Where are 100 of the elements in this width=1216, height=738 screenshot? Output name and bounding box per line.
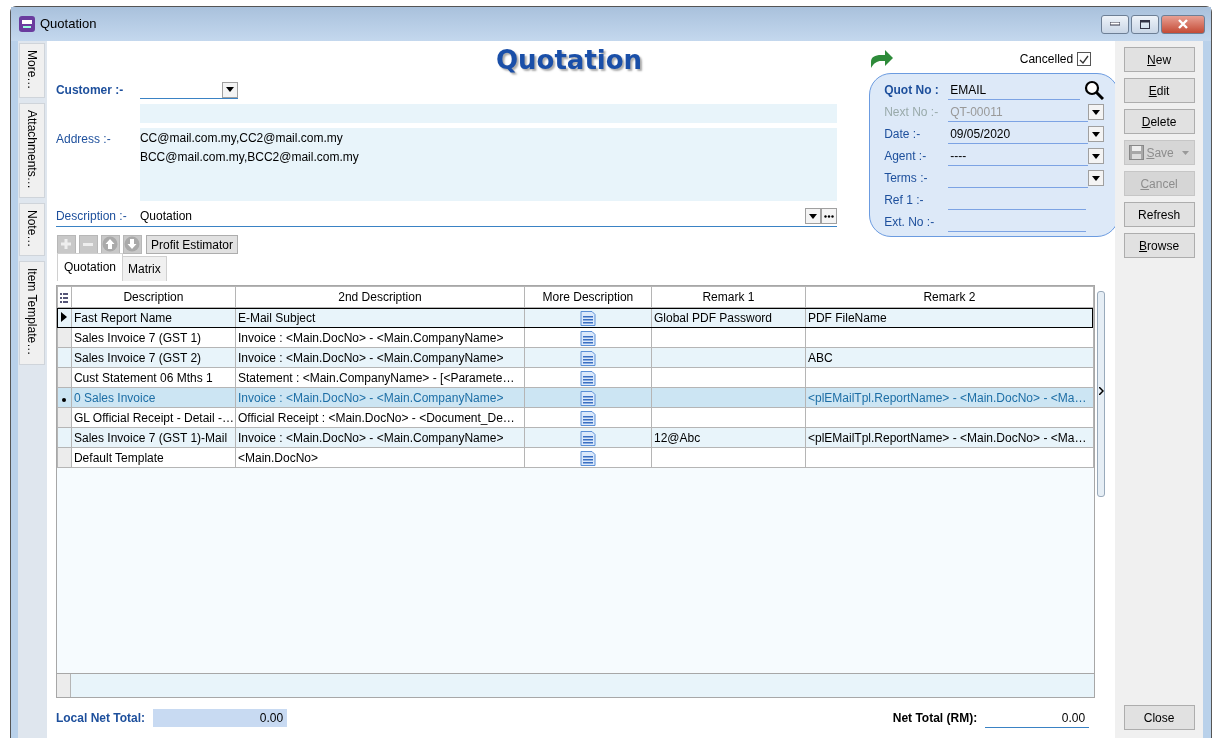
profit-estimator-button[interactable]: Profit Estimator	[145, 234, 238, 254]
document-icon[interactable]	[579, 430, 596, 446]
vertical-scrollbar[interactable]	[1096, 291, 1105, 497]
table-cell: 12@Abc	[653, 430, 701, 445]
address-field[interactable]: CC@mail.com.my,CC2@mail.com.my BCC@mail.com.my,BCC2@mail.com.my	[139, 128, 838, 201]
table-cell: Default Template	[73, 450, 164, 465]
side-tab[interactable]: More…	[19, 43, 45, 99]
dropdown-arrow-icon	[225, 87, 234, 92]
field-label: Quot No :	[884, 82, 940, 99]
tab[interactable]: Matrix	[122, 256, 167, 281]
text-field[interactable]: ----	[948, 146, 1089, 166]
dropdown-arrow-icon	[809, 213, 818, 219]
column-header[interactable]: Remark 1	[651, 286, 806, 308]
document-icon[interactable]	[579, 390, 596, 406]
table-cell: Invoice : <Main.DocNo> - <Main.CompanyName>	[237, 430, 504, 445]
move-down-button[interactable]	[122, 234, 142, 254]
action-button[interactable]: Delete	[1123, 109, 1195, 134]
document-icon[interactable]	[579, 370, 596, 386]
document-icon[interactable]	[579, 330, 596, 346]
close-window-button[interactable]	[1161, 14, 1205, 34]
dropdown-button[interactable]	[221, 81, 238, 98]
caret-icon	[1181, 150, 1189, 155]
close-button[interactable]: Close	[1123, 705, 1195, 730]
dropdown-button[interactable]	[1088, 170, 1105, 186]
action-button[interactable]: Edit	[1123, 78, 1195, 103]
field-label: Ext. No :-	[884, 214, 936, 231]
document-icon[interactable]	[579, 410, 596, 426]
quote-number-field[interactable]: EMAIL	[948, 80, 1081, 100]
net-total-value: 0.00	[985, 708, 1090, 728]
column-chooser-icon[interactable]	[60, 292, 69, 303]
column-header[interactable]: Description	[71, 286, 236, 308]
move-up-button[interactable]	[100, 234, 120, 254]
more-button[interactable]	[821, 208, 838, 224]
table-cell: Invoice : <Main.DocNo> - <Main.CompanyName>	[237, 350, 504, 365]
table-cell: Invoice : <Main.DocNo> - <Main.CompanyName>	[237, 330, 504, 345]
table-cell: Sales Invoice 7 (GST 2)	[73, 350, 202, 365]
field-label: Next No :-	[884, 104, 940, 121]
dropdown-arrow-icon	[1092, 109, 1101, 115]
chevron-right-icon[interactable]	[1098, 387, 1104, 395]
side-tab[interactable]: Attachments…	[19, 103, 45, 199]
cancelled-label: Cancelled	[1019, 51, 1074, 68]
action-button[interactable]: Browse	[1123, 233, 1195, 258]
dropdown-button[interactable]	[1088, 148, 1105, 164]
table-cell: Statement : <Main.CompanyName> - [<Paramete…	[237, 370, 515, 385]
table-cell: Sales Invoice 7 (GST 1)-Mail	[73, 430, 228, 445]
local-net-total-value: 0.00	[153, 709, 288, 727]
table-cell: Invoice : <Main.DocNo> - <Main.CompanyName>	[237, 390, 504, 405]
document-icon[interactable]	[579, 310, 596, 326]
customer-label: Customer :-	[55, 82, 125, 99]
table-cell: <Main.DocNo>	[237, 450, 318, 465]
document-icon[interactable]	[579, 450, 596, 466]
table-cell: E-Mail Subject	[237, 310, 316, 325]
maximize-icon	[1140, 19, 1150, 29]
table-cell: ABC	[807, 350, 833, 365]
document-icon[interactable]	[579, 350, 596, 366]
dropdown-button[interactable]	[1088, 126, 1105, 142]
cancelled-checkbox[interactable]	[1077, 52, 1092, 66]
description-label: Description :-	[55, 208, 128, 225]
field-label: Terms :-	[884, 170, 929, 187]
column-header[interactable]: More Description	[524, 286, 652, 308]
close-icon	[1178, 19, 1188, 29]
table-cell: <plEMailTpl.ReportName> - <Main.DocNo> - <Ma…	[807, 390, 1087, 405]
table-cell: Fast Report Name	[73, 310, 172, 325]
minimize-icon	[1110, 22, 1120, 26]
action-button[interactable]: New	[1123, 47, 1195, 72]
minimize-button[interactable]	[1101, 14, 1129, 34]
side-tab[interactable]: Note…	[19, 203, 45, 257]
table-cell: Global PDF Password	[653, 310, 772, 325]
maximize-button[interactable]	[1131, 14, 1159, 34]
local-net-total-label: Local Net Total:	[55, 710, 146, 727]
customer-dropdown[interactable]	[139, 81, 238, 99]
dropdown-arrow-icon	[1092, 153, 1101, 159]
forward-arrow-icon[interactable]	[869, 48, 896, 70]
tab[interactable]: Quotation	[56, 253, 123, 281]
column-header[interactable]: 2nd Description	[235, 286, 525, 308]
plus-icon	[61, 239, 72, 249]
address-label: Address :-	[55, 131, 112, 148]
more-icon	[824, 214, 835, 218]
table-cell: <plEMailTpl.ReportName> - <Main.DocNo> - <Ma…	[807, 430, 1087, 445]
window-title: Quotation	[40, 15, 98, 34]
table-cell: Cust Statement 06 Mths 1	[73, 370, 213, 385]
table-cell: PDF FileName	[807, 310, 887, 325]
description-dropdown-button[interactable]	[805, 208, 822, 224]
text-field[interactable]: 09/05/2020	[948, 124, 1089, 144]
field-label: Agent :-	[884, 148, 928, 165]
table-cell: 0 Sales Invoice	[73, 390, 156, 405]
table-cell: GL Official Receipt - Detail -…	[73, 410, 234, 425]
minus-icon	[83, 242, 94, 246]
table-cell: Sales Invoice 7 (GST 1)	[73, 330, 202, 345]
table-cell: Official Receipt : <Main.DocNo> - <Document_De…	[237, 410, 515, 425]
net-total-label: Net Total (RM):	[892, 710, 978, 727]
app-icon	[19, 16, 35, 32]
action-button[interactable]: Refresh	[1123, 202, 1195, 227]
field-label: Date :-	[884, 126, 922, 143]
dropdown-arrow-icon	[1092, 131, 1101, 137]
search-icon[interactable]	[1084, 80, 1105, 100]
field-label: Ref 1 :-	[884, 192, 925, 209]
column-header[interactable]: Remark 2	[805, 286, 1094, 308]
form-heading: Quotation	[495, 45, 643, 75]
side-tab[interactable]: Item Template…	[19, 261, 45, 365]
